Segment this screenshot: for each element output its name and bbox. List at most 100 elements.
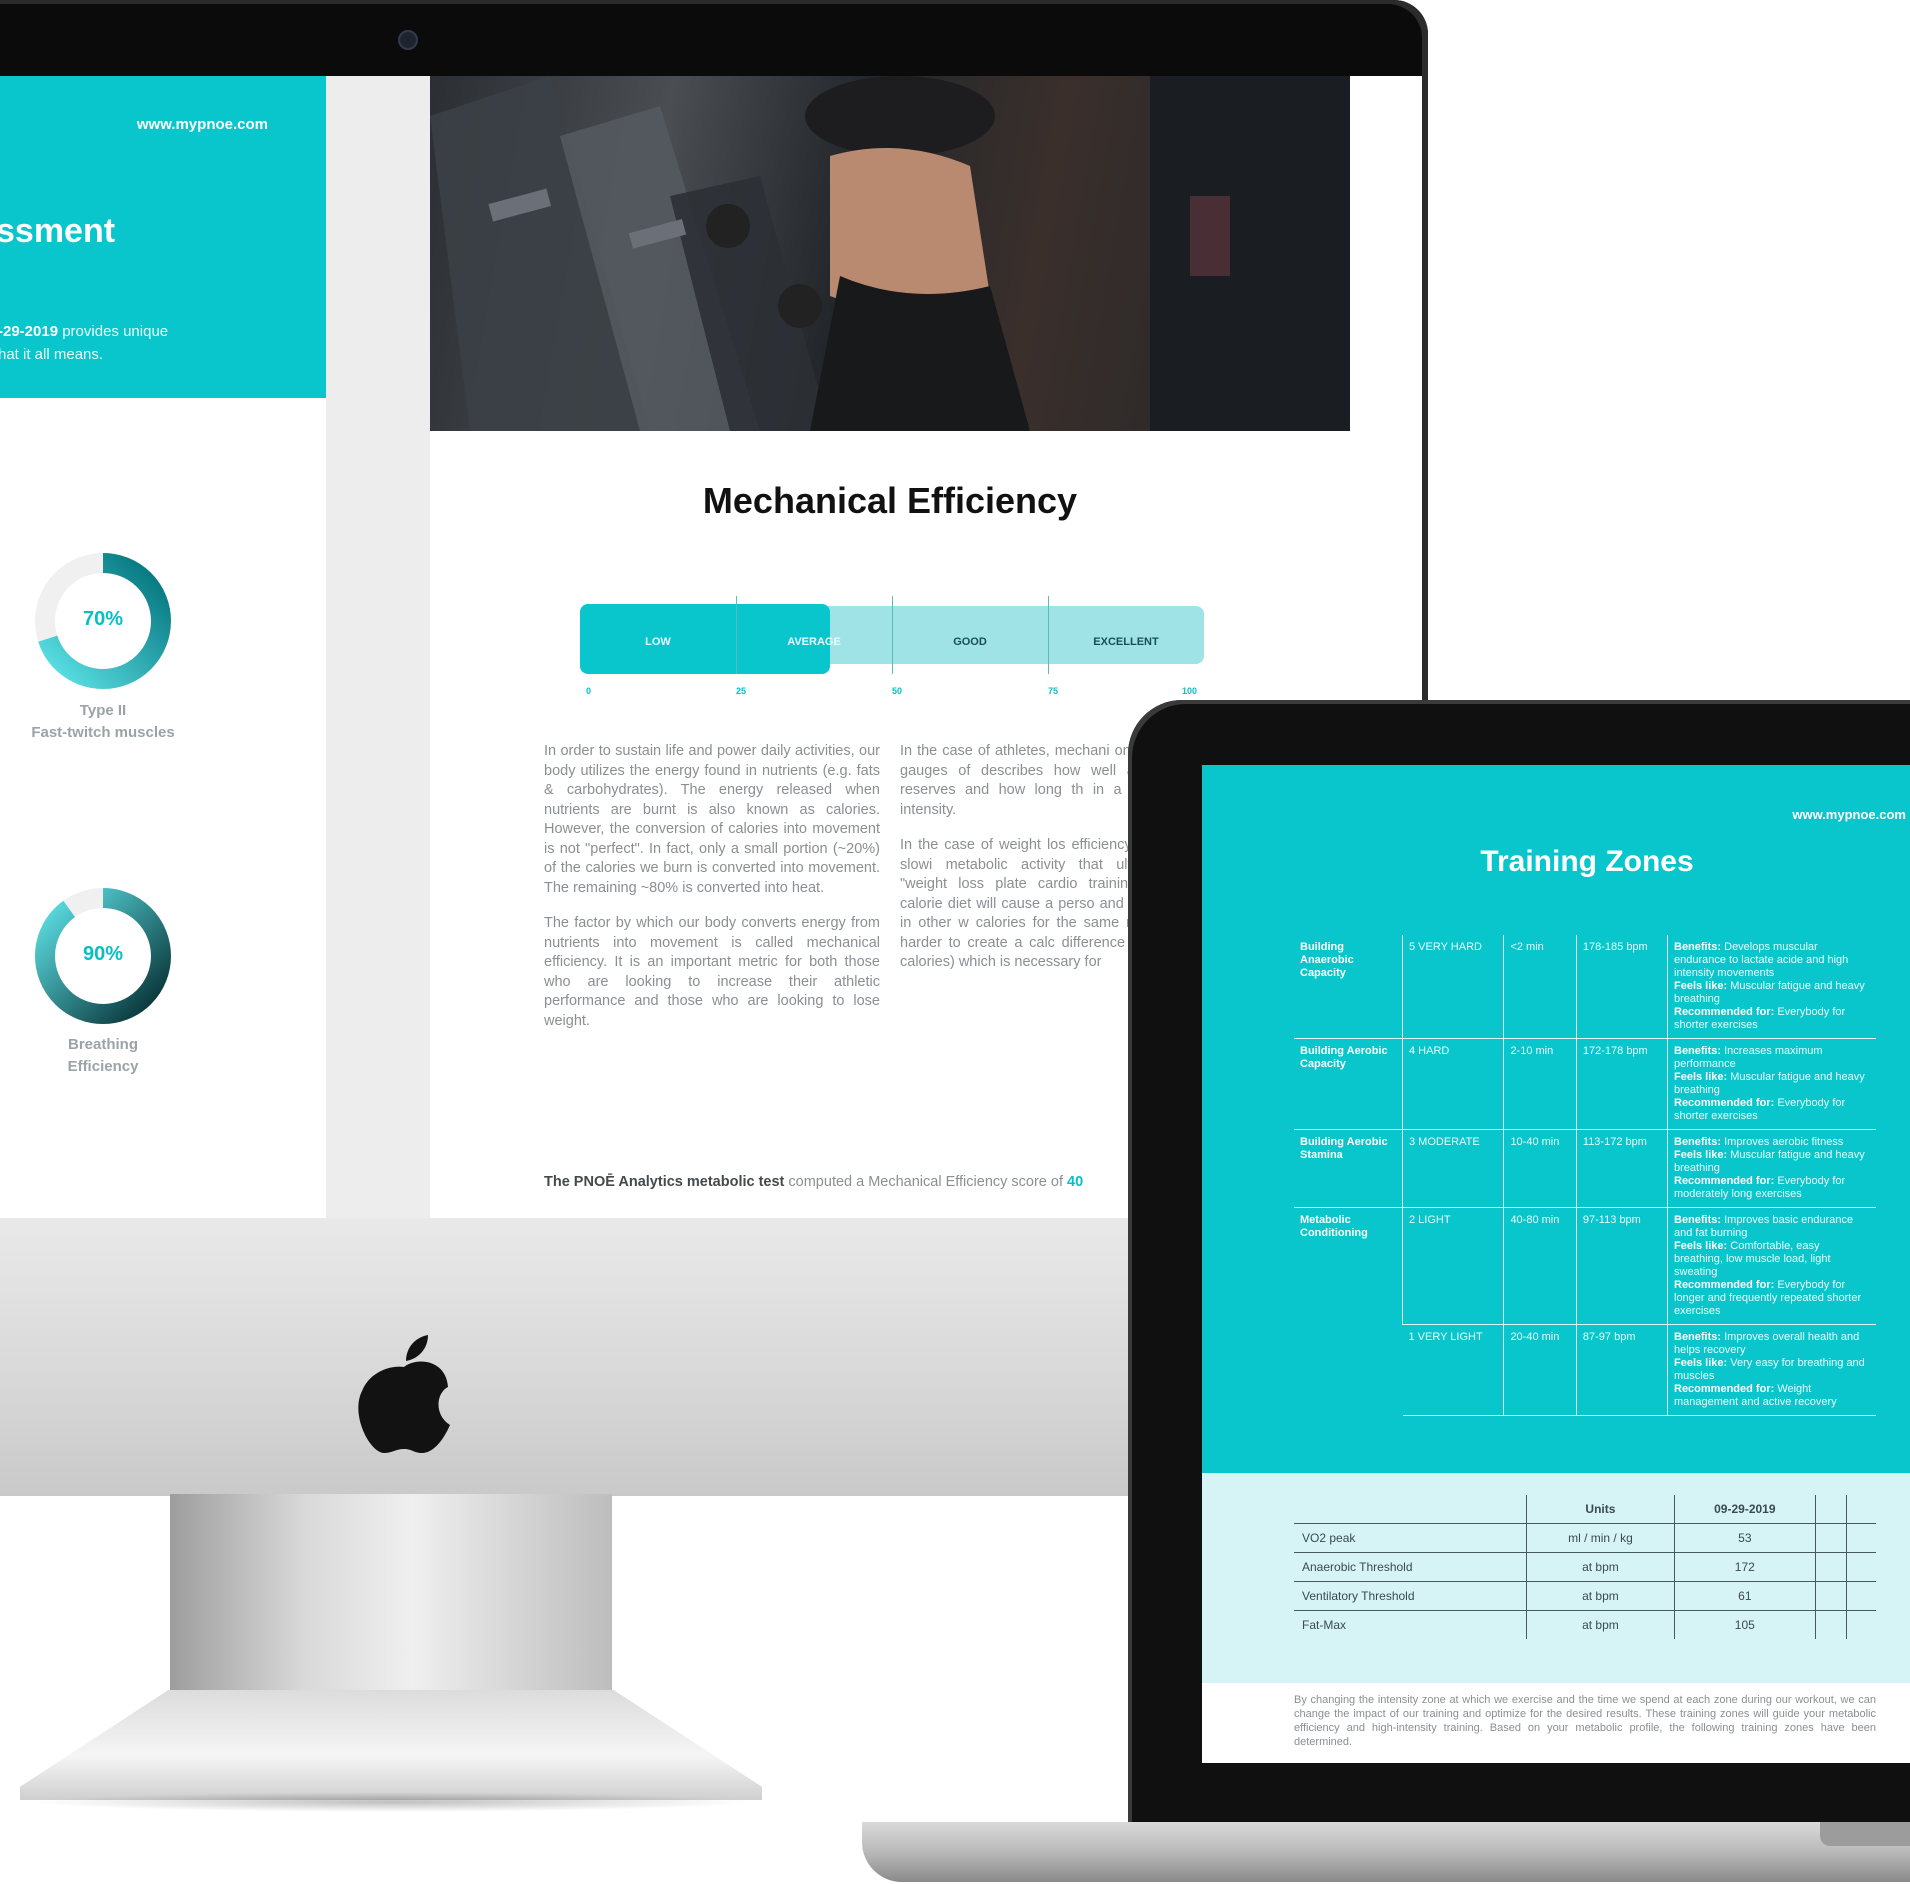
macbook-base	[862, 1822, 1910, 1882]
hero-photo-treadmill-runner	[430, 76, 1350, 431]
table-row: Building Aerobic Capacity 4 HARD 2-10 min 1…	[1294, 1038, 1876, 1130]
zone-feels-like-label: Feels like:	[1674, 1149, 1728, 1161]
zone-bpm: 97-113 bpm	[1575, 1207, 1668, 1325]
zone-name: Metabolic Conditioning	[1300, 1214, 1368, 1239]
metric-empty	[1845, 1523, 1876, 1553]
zone-recommended-for-label: Recommended for:	[1674, 1097, 1775, 1109]
scale-divider	[1048, 596, 1049, 674]
metric-name: Ventilatory Threshold	[1294, 1581, 1527, 1611]
metrics-header-row: Units 09-29-2019	[1294, 1495, 1876, 1524]
zone-bpm: 87-97 bpm	[1575, 1324, 1668, 1416]
zone-duration: <2 min	[1503, 935, 1577, 1039]
zone-level: 3 MODERATE	[1401, 1129, 1504, 1208]
zone-bpm: 113-172 bpm	[1575, 1129, 1668, 1208]
zone-level: 2 LIGHT	[1401, 1207, 1504, 1325]
metric-name: Anaerobic Threshold	[1294, 1552, 1527, 1582]
zone-duration: 2-10 min	[1503, 1038, 1577, 1130]
zone-recommended-for-label: Recommended for:	[1674, 1279, 1775, 1291]
zone-benefits-label: Benefits:	[1674, 941, 1722, 953]
macbook-trackpad-notch	[1820, 1822, 1910, 1846]
zone-name: Building Aerobic Capacity	[1294, 1038, 1403, 1130]
zone-bpm: 172-178 bpm	[1575, 1038, 1668, 1130]
zone-description: Benefits: Increases maximum performance F…	[1667, 1038, 1876, 1130]
zone-level: 5 VERY HARD	[1401, 935, 1504, 1039]
zone-level: 1 VERY LIGHT	[1402, 1324, 1504, 1416]
training-zones-title: Training Zones	[1480, 845, 1694, 878]
zone-benefits-label: Benefits:	[1674, 1136, 1722, 1148]
metric-name: VO2 peak	[1294, 1523, 1527, 1553]
assessment-date: -29-2019	[0, 323, 59, 340]
metric-unit: ml / min / kg	[1526, 1523, 1675, 1553]
table-row: Ventilatory Threshold at bpm 61	[1294, 1581, 1876, 1611]
metric-unit: at bpm	[1526, 1581, 1675, 1611]
treadmill-photo-image	[430, 76, 1350, 431]
summary-text: computed a Mechanical Efficiency score o…	[784, 1174, 1068, 1190]
zone-feels-like-label: Feels like:	[1674, 1071, 1728, 1083]
scale-tick: 0	[586, 686, 592, 696]
table-row: Fat-Max at bpm 105	[1294, 1610, 1876, 1639]
zone-feels-like-label: Feels like:	[1674, 1357, 1728, 1369]
page-gutter	[326, 76, 430, 1218]
zone-benefits-label: Benefits:	[1674, 1045, 1722, 1057]
table-row: Building Aerobic Stamina 3 MODERATE 10-40 …	[1294, 1129, 1876, 1208]
zone-recommended-for-label: Recommended for:	[1674, 1006, 1775, 1018]
zone-description: Benefits: Improves overall health and he…	[1667, 1324, 1876, 1416]
scale-segment-low: LOW	[645, 636, 671, 648]
left-page-url[interactable]: www.mypnoe.com	[137, 116, 268, 133]
metric-value: 53	[1673, 1523, 1816, 1553]
training-zones-page: www.mypnoe.com Training Zones Building A…	[1202, 765, 1910, 1763]
zone-description: Benefits: Develops muscular endurance to…	[1667, 935, 1876, 1039]
zone-benefits: Improves aerobic fitness	[1724, 1136, 1844, 1148]
type-ii-label: Type II Fast-twitch muscles	[31, 702, 175, 741]
efficiency-score: 40	[1067, 1174, 1084, 1190]
left-report-page: www.mypnoe.com ssment -29-2019 provides …	[0, 76, 326, 1218]
metrics-header-cell	[1845, 1495, 1876, 1524]
metric-value: 172	[1673, 1552, 1816, 1582]
scale-divider	[736, 596, 737, 674]
metric-empty	[1845, 1610, 1876, 1639]
zone-name: Building Anaerobic Capacity	[1294, 935, 1403, 1039]
metrics-table: Units 09-29-2019 VO2 peak ml / min / kg …	[1294, 1495, 1876, 1639]
training-zones-url[interactable]: www.mypnoe.com	[1792, 807, 1906, 822]
zone-duration: 10-40 min	[1503, 1129, 1577, 1208]
training-zones-footer-text: By changing the intensity zone at which …	[1294, 1694, 1876, 1748]
metrics-header-cell	[1815, 1495, 1847, 1524]
table-row: Building Anaerobic Capacity 5 VERY HARD <2…	[1294, 935, 1876, 1039]
training-zones-table: Building Anaerobic Capacity 5 VERY HARD <2…	[1294, 935, 1876, 1416]
paragraph: The factor by which our body converts en…	[544, 915, 880, 1029]
metric-empty	[1845, 1552, 1876, 1582]
scale-segment-average: AVERAGE	[787, 636, 841, 648]
desc-line2: hat it all means.	[0, 346, 104, 363]
metrics-header-units: Units	[1526, 1495, 1675, 1524]
imac-stand-foot	[20, 1690, 762, 1800]
stand-shadow	[30, 1792, 752, 1812]
metric-name: Fat-Max	[1302, 1618, 1347, 1632]
zone-description: Benefits: Improves aerobic fitness Feels …	[1667, 1129, 1876, 1208]
metric-unit: at bpm	[1526, 1552, 1675, 1582]
breathing-efficiency-percentage: 90%	[82, 943, 124, 965]
metric-empty	[1815, 1610, 1847, 1639]
zone-recommended-for-label: Recommended for:	[1674, 1175, 1775, 1187]
zone-name: Building Aerobic Stamina	[1294, 1129, 1403, 1208]
left-page-header: www.mypnoe.com ssment -29-2019 provides …	[0, 76, 326, 398]
metric-value: 61	[1673, 1581, 1816, 1611]
left-page-title: ssment	[0, 212, 116, 250]
mechanical-efficiency-title: Mechanical Efficiency	[702, 480, 1078, 521]
scale-segment-good: GOOD	[953, 636, 987, 648]
summary-lead: The PNOĒ Analytics metabolic test	[544, 1174, 785, 1190]
zone-recommended-for-label: Recommended for:	[1674, 1383, 1775, 1395]
scale-tick: 50	[892, 686, 903, 696]
table-row: VO2 peak ml / min / kg 53	[1294, 1523, 1876, 1553]
body-column-1: In order to sustain life and power daily…	[544, 742, 880, 1047]
scale-tick: 75	[1048, 686, 1059, 696]
camera-icon	[398, 30, 418, 50]
table-row: Metabolic Conditioning 2 LIGHT 40-80 min 97…	[1294, 1207, 1876, 1325]
metrics-header-cell	[1294, 1495, 1527, 1524]
imac-stand-neck	[170, 1494, 612, 1694]
zone-duration: 20-40 min	[1503, 1324, 1577, 1416]
scale-segment-excellent: EXCELLENT	[1093, 636, 1159, 648]
desc-line1: provides unique	[58, 323, 169, 340]
breathing-efficiency-label: Breathing Efficiency	[67, 1036, 139, 1075]
zone-benefits-label: Benefits:	[1674, 1214, 1722, 1226]
metric-unit: at bpm	[1526, 1610, 1675, 1639]
